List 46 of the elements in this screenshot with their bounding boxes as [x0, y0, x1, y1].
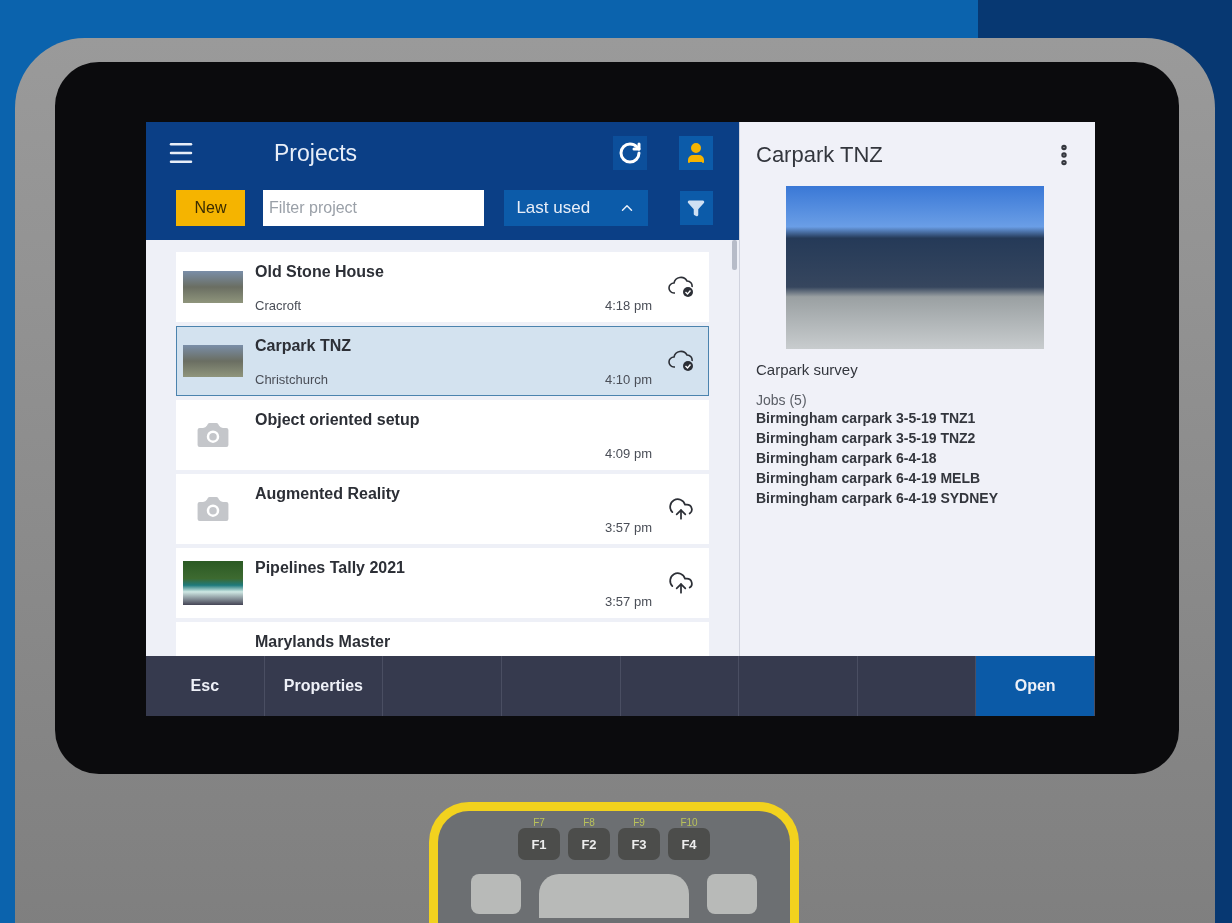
project-name: Marylands Master — [255, 633, 392, 651]
project-item[interactable]: Old Stone House Cracroft 4:18 pm — [176, 252, 709, 322]
new-button[interactable]: New — [176, 190, 245, 226]
function-key[interactable]: F1 — [518, 828, 560, 860]
job-name: Birmingham carpark 3-5-19 TNZ1 — [756, 409, 977, 428]
alt-key-label: F7 — [533, 817, 545, 828]
project-item[interactable]: Object oriented setup 4:09 pm — [176, 400, 709, 470]
alt-key-label: F8 — [583, 817, 595, 828]
user-button[interactable] — [679, 136, 713, 170]
project-time: 4:10 pm — [605, 372, 652, 387]
project-time: 3:57 pm — [605, 520, 652, 535]
project-name: Augmented Reality — [255, 485, 401, 503]
project-location: Christchurch — [255, 372, 328, 387]
navigation-key[interactable] — [539, 874, 689, 918]
function-key[interactable]: F3 — [618, 828, 660, 860]
project-time: 3:57 pm — [605, 594, 652, 609]
sort-button[interactable]: Last used — [504, 190, 648, 226]
project-description: Carpark survey — [756, 361, 859, 378]
filter-field[interactable]: Filter project — [263, 190, 485, 226]
jobs-label: Jobs (5) — [756, 392, 808, 408]
function-key[interactable]: F2 — [568, 828, 610, 860]
softkey[interactable]: Open — [976, 656, 1095, 716]
project-name: Carpark TNZ — [255, 337, 353, 355]
job-name: Birmingham carpark 6-4-19 SYDNEY — [756, 489, 999, 508]
project-item[interactable]: Marylands Master — [176, 622, 709, 656]
refresh-button[interactable] — [613, 136, 647, 170]
project-item[interactable]: Augmented Reality 3:57 pm — [176, 474, 709, 544]
scroll-bar — [732, 240, 737, 270]
filter-button[interactable] — [679, 191, 713, 225]
filter-icon — [687, 199, 706, 217]
alt-key-label: F10 — [680, 817, 698, 828]
page-title: Projects — [274, 139, 359, 167]
project-time: 4:09 pm — [605, 446, 652, 461]
job-name: Birmingham carpark 6-4-18 — [756, 449, 938, 468]
project-location: Cracroft — [255, 298, 302, 313]
project-time: 4:18 pm — [605, 298, 652, 313]
job-name: Birmingham carpark 6-4-19 MELB — [756, 469, 982, 488]
project-name: Old Stone House — [255, 263, 385, 281]
job-name: Birmingham carpark 3-5-19 TNZ2 — [756, 429, 977, 448]
project-item[interactable]: Carpark TNZ Christchurch 4:10 pm — [176, 326, 709, 396]
project-name: Pipelines Tally 2021 — [255, 559, 406, 577]
details-title: Carpark TNZ — [756, 142, 883, 168]
function-key[interactable]: F4 — [668, 828, 710, 860]
project-name: Object oriented setup — [255, 411, 421, 429]
project-item[interactable]: Pipelines Tally 2021 3:57 pm — [176, 548, 709, 618]
alt-key-label: F9 — [633, 817, 645, 828]
